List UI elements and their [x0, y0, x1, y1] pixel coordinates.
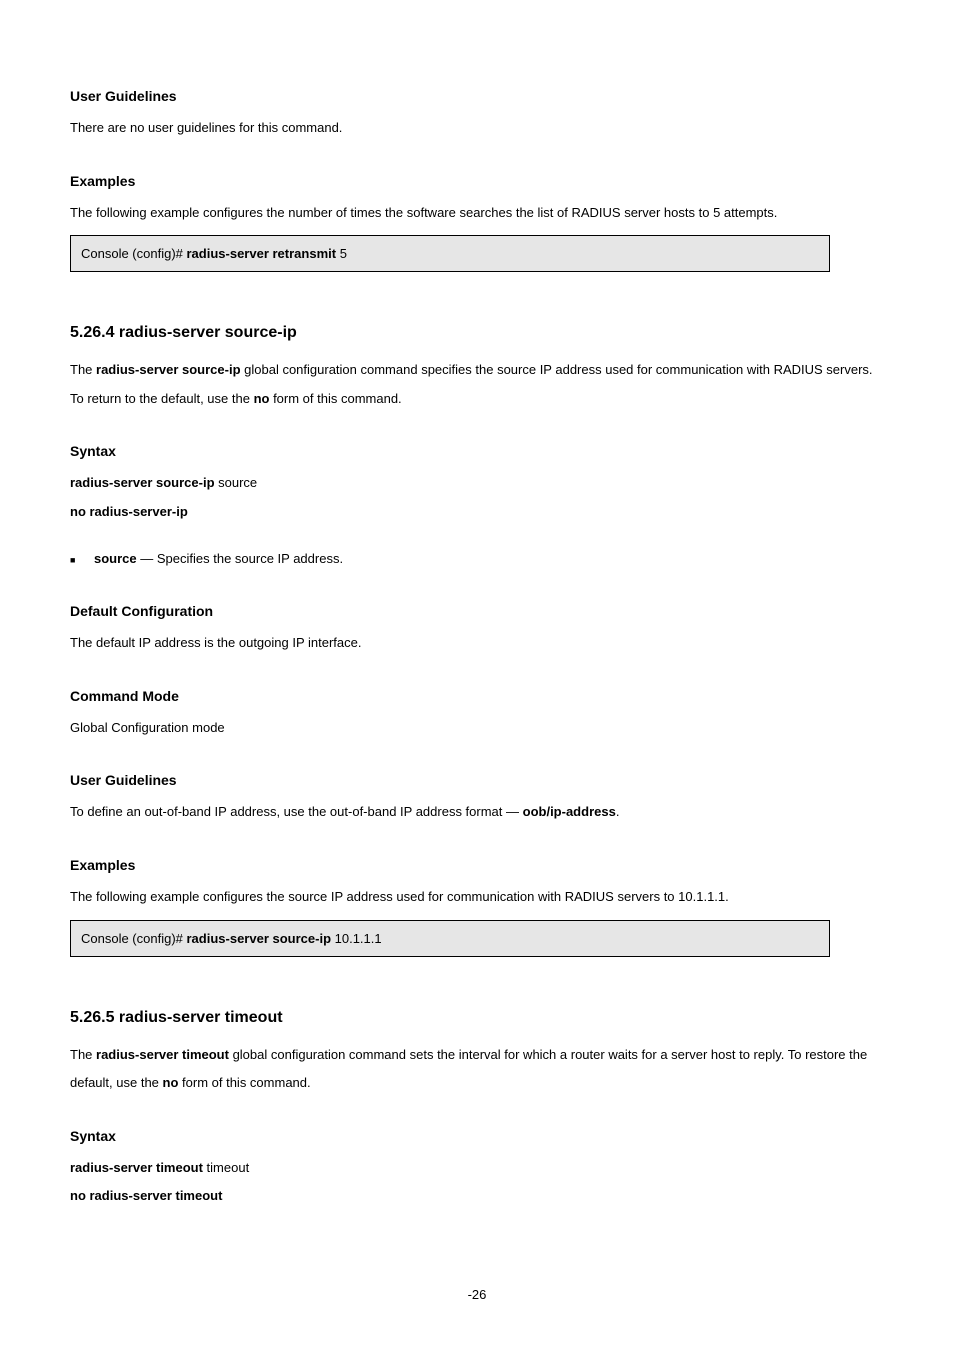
code-arg: 10.1.1.1	[335, 931, 382, 946]
ug-post: .	[616, 804, 620, 819]
text-examples-1: The following example configures the num…	[70, 199, 884, 228]
heading-user-guidelines-1: User Guidelines	[70, 88, 884, 104]
code-prompt: Console (config)#	[81, 931, 187, 946]
bullet-text: source — Specifies the source IP address…	[94, 545, 343, 574]
desc-bold1: radius-server source-ip	[96, 362, 241, 377]
desc3-pre: The	[70, 1047, 96, 1062]
bullet-bold: source	[94, 551, 137, 566]
page-footer: -26	[0, 1287, 954, 1302]
code-arg: 5	[340, 246, 347, 261]
code-cmd: radius-server source-ip	[187, 931, 335, 946]
code-line: Console (config)# radius-server retransm…	[81, 246, 819, 261]
syntax3-line-no: no radius-server timeout	[70, 1182, 884, 1211]
code-prompt: Console (config)#	[81, 246, 187, 261]
syntax-lines-3: radius-server timeout timeout no radius-…	[70, 1154, 884, 1211]
syntax-arg: source	[218, 475, 257, 490]
text-examples-2: The following example configures the sou…	[70, 883, 884, 912]
code-box-source-ip: Console (config)# radius-server source-i…	[70, 920, 830, 957]
text-user-guidelines-2: To define an out-of-band IP address, use…	[70, 798, 884, 827]
bullet-icon: ■	[70, 547, 94, 571]
heading-user-guidelines-2: User Guidelines	[70, 772, 884, 788]
text-command-mode: Global Configuration mode	[70, 714, 884, 743]
section-desc-source-ip: The radius-server source-ip global confi…	[70, 356, 884, 413]
syntax-cmd: radius-server source-ip	[70, 475, 218, 490]
heading-examples-1: Examples	[70, 173, 884, 189]
section-desc-timeout: The radius-server timeout global configu…	[70, 1041, 884, 1098]
desc3-bold2: no	[163, 1075, 179, 1090]
heading-default-config: Default Configuration	[70, 603, 884, 619]
desc-post: form of this command.	[269, 391, 401, 406]
heading-command-mode: Command Mode	[70, 688, 884, 704]
syntax3-arg: timeout	[207, 1160, 250, 1175]
desc3-post: form of this command.	[178, 1075, 310, 1090]
syntax-line-no: no radius-server-ip	[70, 498, 884, 527]
section-title-timeout: 5.26.5 radius-server timeout	[70, 1009, 884, 1027]
bullet-rest: — Specifies the source IP address.	[137, 551, 343, 566]
syntax3-cmd: radius-server timeout	[70, 1160, 207, 1175]
desc-pre: The	[70, 362, 96, 377]
code-line: Console (config)# radius-server source-i…	[81, 931, 819, 946]
heading-syntax-3: Syntax	[70, 1128, 884, 1144]
section-title-source-ip: 5.26.4 radius-server source-ip	[70, 324, 884, 342]
syntax-line: radius-server source-ip source	[70, 469, 884, 498]
desc3-bold1: radius-server timeout	[96, 1047, 229, 1062]
desc-bold2: no	[254, 391, 270, 406]
syntax-bullet: ■ source — Specifies the source IP addre…	[70, 545, 884, 574]
syntax-lines-2: radius-server source-ip source no radius…	[70, 469, 884, 526]
text-default-config: The default IP address is the outgoing I…	[70, 629, 884, 658]
ug-bold: oob/ip-address	[523, 804, 616, 819]
ug-pre: To define an out-of-band IP address, use…	[70, 804, 523, 819]
page: User Guidelines There are no user guidel…	[0, 0, 954, 1350]
text-user-guidelines-1: There are no user guidelines for this co…	[70, 114, 884, 143]
syntax-line: radius-server timeout timeout	[70, 1154, 884, 1183]
code-cmd: radius-server retransmit	[187, 246, 340, 261]
heading-examples-2: Examples	[70, 857, 884, 873]
code-box-retransmit: Console (config)# radius-server retransm…	[70, 235, 830, 272]
heading-syntax-2: Syntax	[70, 443, 884, 459]
